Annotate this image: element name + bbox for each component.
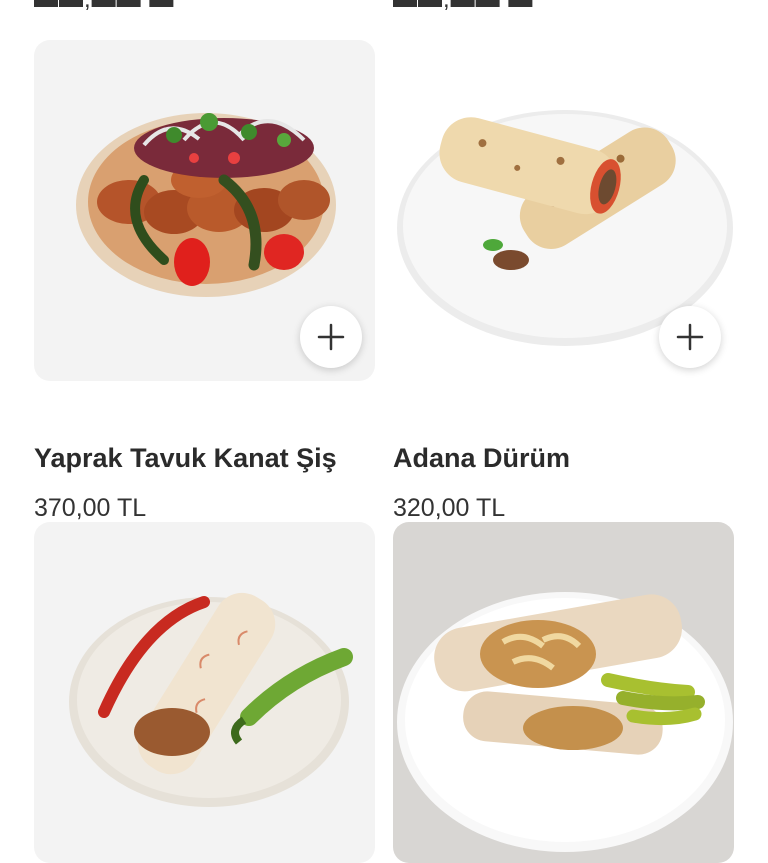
add-to-cart-button[interactable]: [300, 306, 362, 368]
product-price: 370,00 TL: [34, 494, 147, 522]
plus-icon: [676, 323, 704, 351]
add-to-cart-button[interactable]: [659, 306, 721, 368]
product-card[interactable]: [34, 522, 375, 863]
product-price: 320,00 TL: [393, 494, 506, 522]
product-title[interactable]: Adana Dürüm: [393, 443, 570, 474]
product-title[interactable]: Yaprak Tavuk Kanat Şiş: [34, 443, 337, 474]
product-card[interactable]: Adana Dürüm 320,00 TL: [393, 40, 734, 522]
product-card[interactable]: [393, 522, 734, 863]
plus-icon: [317, 323, 345, 351]
previous-row-price-cut: ▬▬,▬▬ ▬: [34, 0, 184, 13]
chicken-wrap-with-peppers-image[interactable]: [34, 522, 375, 863]
previous-row-price-cut: ▬▬,▬▬ ▬: [393, 0, 543, 13]
product-card[interactable]: Yaprak Tavuk Kanat Şiş 370,00 TL: [34, 40, 375, 522]
doner-wrap-with-pickled-peppers-image[interactable]: [393, 522, 734, 863]
